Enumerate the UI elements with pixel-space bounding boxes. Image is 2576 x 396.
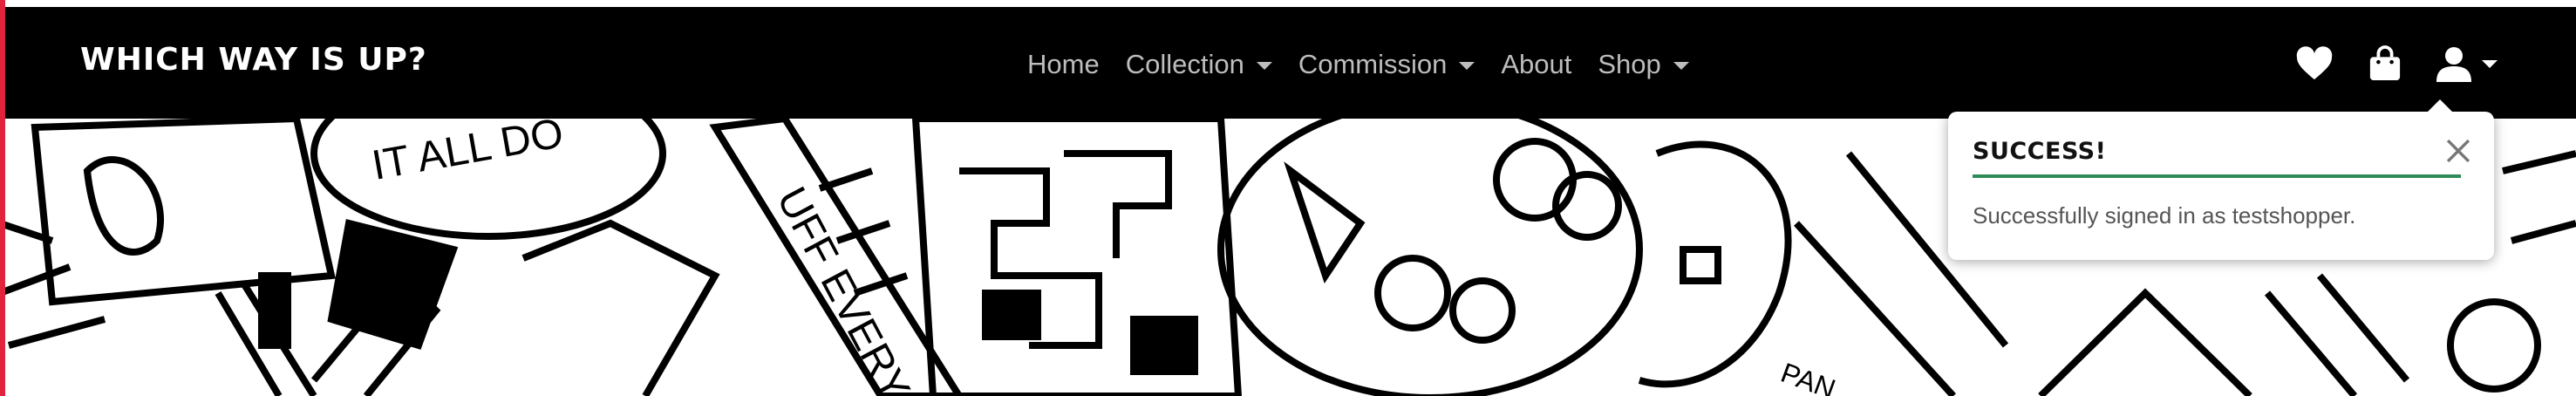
- chevron-down-icon: [2482, 59, 2498, 68]
- brand-logo[interactable]: WHICH WAY IS UP?: [80, 42, 427, 78]
- cart-button[interactable]: [2368, 45, 2402, 82]
- account-menu-button[interactable]: [2436, 45, 2498, 82]
- nav-item-label: Shop: [1598, 49, 1661, 79]
- toast-message: Successfully signed in as testshopper.: [1973, 202, 2356, 229]
- nav-item-label: Commission: [1298, 49, 1448, 79]
- close-icon[interactable]: [2443, 136, 2473, 166]
- toast-arrow: [2428, 99, 2452, 112]
- nav-item-home[interactable]: Home: [1027, 49, 1100, 80]
- nav-item-collection[interactable]: Collection: [1126, 49, 1272, 80]
- nav-item-label: Collection: [1125, 49, 1244, 79]
- chevron-down-icon: [1256, 61, 1272, 70]
- nav-item-label: Home: [1027, 49, 1100, 79]
- svg-text:IT ALL DO: IT ALL DO: [369, 119, 567, 189]
- success-toast: SUCCESS! Successfully signed in as tests…: [1948, 99, 2494, 260]
- left-accent-edge: [0, 0, 5, 396]
- nav-item-label: About: [1501, 49, 1572, 79]
- chevron-down-icon: [1459, 61, 1475, 70]
- heart-icon: [2296, 46, 2333, 80]
- navbar: WHICH WAY IS UP? Home Collection Commiss…: [0, 0, 2576, 119]
- header-icons: [2260, 45, 2498, 82]
- nav-item-shop[interactable]: Shop: [1598, 49, 1689, 80]
- nav-item-commission[interactable]: Commission: [1298, 49, 1475, 80]
- toast-title: SUCCESS!: [1973, 138, 2107, 165]
- shopping-bag-icon: [2369, 45, 2401, 80]
- svg-text:PAN: PAN: [1777, 357, 1840, 396]
- user-icon: [2436, 47, 2471, 82]
- nav-item-about[interactable]: About: [1501, 49, 1571, 80]
- chevron-down-icon: [1673, 61, 1689, 70]
- main-menu: Home Collection Commission About Shop: [1027, 49, 1715, 80]
- toast-header: SUCCESS!: [1973, 133, 2470, 178]
- wishlist-button[interactable]: [2295, 46, 2334, 81]
